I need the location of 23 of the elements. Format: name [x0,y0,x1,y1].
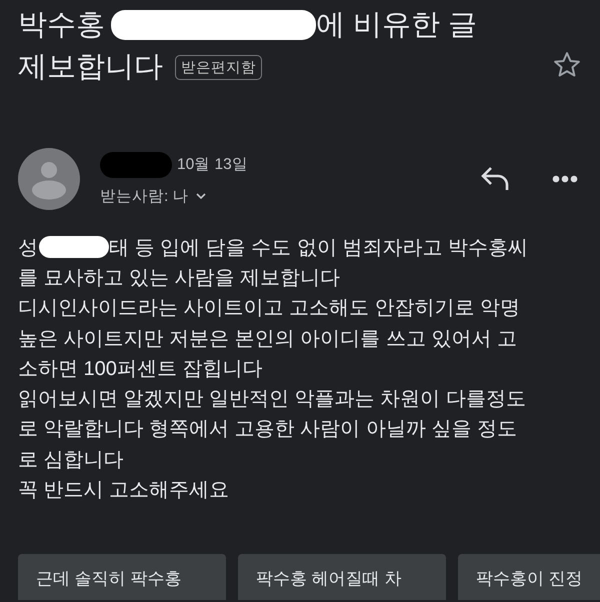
body-text: 로 악랄합니다 형쪽에서 고용한 사람이 아닐까 싶을 정도 [18,417,517,442]
inbox-label[interactable]: 받은편지함 [175,54,262,80]
recipient-text: 받는사람: 나 [100,186,189,206]
subject-text: 제보합니다 [18,50,163,85]
body-text: 꼭 반드시 고소해주세요 [18,478,230,504]
smart-reply-chip[interactable]: 팍수홍이 진정 [458,554,600,600]
body-text: 읽어보시면 알겠지만 일반적인 악플과는 차원이 다를정도 [18,387,526,412]
redaction-mark [39,236,109,258]
more-options-icon[interactable] [552,175,578,183]
smart-reply-chip[interactable]: 팍수홍 헤어질때 차 [238,554,446,600]
body-text: 소하면 100퍼센트 잡힙니다 [18,356,262,382]
subject-text: 박수홍 [18,8,105,43]
body-text: 태 등 입에 담을 수도 없이 범죄자라고 박수홍씨 [109,236,528,261]
body-text: 를 묘사하고 있는 사람을 제보합니다 [18,266,340,291]
body-text: 로 심합니다 [18,448,124,473]
avatar-icon [18,148,80,210]
date-text: 10월 13일 [177,155,248,175]
body-text: 높은 사이트지만 저분은 본인의 아이디를 쓰고 있어서 고 [18,326,517,352]
redaction-mark [100,152,172,178]
smart-reply-chip[interactable]: 근데 솔직히 팍수홍 [18,554,226,600]
body-text: 성 [18,236,38,261]
subject-text: 에 비유한 글 [316,8,478,43]
body-text: 디시인사이드라는 사이트이고 고소해도 안잡히기로 악명 [18,296,520,322]
